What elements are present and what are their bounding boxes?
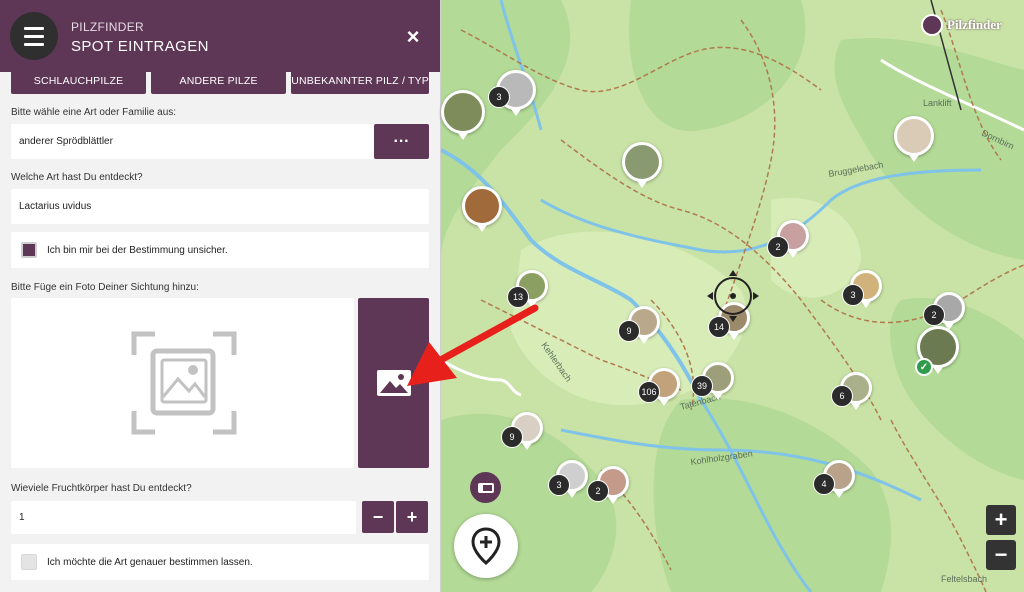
fruitbody-count-input[interactable]: 1: [11, 501, 356, 534]
cluster-count[interactable]: 39: [691, 375, 713, 397]
increment-button[interactable]: +: [396, 501, 428, 533]
map-label-feltelsbach: Feltelsbach: [941, 574, 987, 584]
cluster-count[interactable]: 9: [618, 320, 640, 342]
map-label-bruggelebach: Bruggelebach: [828, 159, 884, 178]
cluster-count[interactable]: 9: [501, 426, 523, 448]
app-name: PILZFINDER: [71, 20, 145, 34]
map-marker[interactable]: [441, 90, 485, 140]
identify-row[interactable]: Ich möchte die Art genauer bestimmen las…: [11, 544, 429, 580]
unsure-row[interactable]: Ich bin mir bei der Bestimmung unsicher.: [11, 232, 429, 268]
map-marker[interactable]: [894, 116, 934, 162]
species-label: Bitte wähle eine Art oder Familie aus:: [11, 107, 177, 118]
cluster-count[interactable]: 2: [767, 236, 789, 258]
close-button[interactable]: ×: [400, 24, 426, 50]
count-label: Wieviele Fruchtkörper hast Du entdeckt?: [11, 483, 192, 494]
category-tabs: SCHLAUCHPILZE ANDERE PILZE UNBEKANNTER P…: [11, 72, 429, 94]
cluster-count[interactable]: 3: [842, 284, 864, 306]
decrement-button[interactable]: −: [362, 501, 394, 533]
cluster-count[interactable]: 106: [638, 381, 660, 403]
image-placeholder-icon: [131, 331, 237, 435]
discovered-label: Welche Art hast Du entdeckt?: [11, 172, 143, 183]
photo-drop-area[interactable]: [11, 298, 354, 468]
species-value: anderer Sprödblättler: [19, 136, 113, 147]
species-field[interactable]: anderer Sprödblättler: [11, 124, 429, 159]
annotation-arrow: [407, 304, 539, 386]
cluster-count[interactable]: 3: [488, 86, 510, 108]
discovered-species-value: Lactarius uvidus: [19, 201, 92, 212]
cluster-count[interactable]: 6: [831, 385, 853, 407]
page-title: SPOT EINTRAGEN: [71, 38, 209, 55]
pilzfinder-logo: Pilzfinder: [921, 14, 1002, 36]
verified-check-icon: ✓: [915, 358, 933, 376]
tab-andere-pilze[interactable]: ANDERE PILZE: [151, 72, 287, 94]
cluster-count[interactable]: 2: [587, 480, 609, 502]
hamburger-menu-icon[interactable]: [10, 12, 58, 60]
unsure-label: Ich bin mir bei der Bestimmung unsicher.: [47, 244, 228, 256]
add-spot-button[interactable]: [454, 514, 518, 578]
map-crosshair-icon: [707, 270, 759, 322]
panel-header: PILZFINDER SPOT EINTRAGEN ×: [0, 0, 440, 72]
cluster-count[interactable]: 4: [813, 473, 835, 495]
species-more-button[interactable]: ···: [374, 124, 429, 159]
zoom-in-button[interactable]: +: [986, 505, 1016, 535]
tab-unbekannter-pilz[interactable]: UNBEKANNTER PILZ / TYP: [291, 72, 429, 94]
zoom-out-button[interactable]: −: [986, 540, 1016, 570]
logo-text: Pilzfinder: [947, 17, 1002, 32]
add-location-pin-icon: [471, 527, 501, 565]
cluster-count[interactable]: 3: [548, 474, 570, 496]
spot-form-panel: PILZFINDER SPOT EINTRAGEN × SCHLAUCHPILZ…: [0, 0, 441, 592]
map-marker[interactable]: [462, 186, 502, 232]
discovered-species-input[interactable]: Lactarius uvidus: [11, 189, 429, 224]
identify-label: Ich möchte die Art genauer bestimmen las…: [47, 556, 253, 568]
fruitbody-count-value: 1: [19, 512, 25, 523]
layers-icon: [477, 482, 494, 493]
unsure-checkbox[interactable]: [21, 242, 37, 258]
photo-label: Bitte Füge ein Foto Deiner Sichtung hinz…: [11, 282, 199, 293]
map-marker[interactable]: [622, 142, 662, 188]
identify-checkbox[interactable]: [21, 554, 37, 570]
map-label-lanklift: Lanklift: [923, 98, 952, 108]
tab-schlauchpilze[interactable]: SCHLAUCHPILZE: [11, 72, 147, 94]
mushroom-logo-icon: [921, 14, 943, 36]
map-layer-button[interactable]: [470, 472, 501, 503]
cluster-count[interactable]: 2: [923, 304, 945, 326]
